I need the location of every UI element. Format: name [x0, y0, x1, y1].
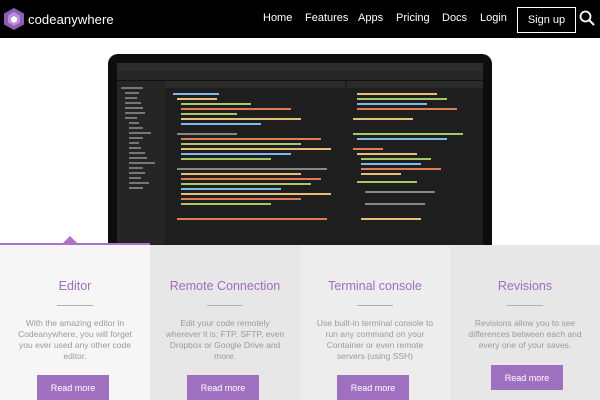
card-divider	[357, 305, 393, 306]
read-more-button[interactable]: Read more	[491, 365, 563, 390]
card-description: Revisions allow you to see differences b…	[468, 318, 582, 350]
top-navbar: codeanywhere Home Features Apps Pricing …	[0, 0, 600, 38]
feature-card-terminal-console[interactable]: Terminal console Use built-in terminal c…	[300, 245, 450, 400]
nav-home[interactable]: Home	[263, 12, 292, 24]
nav-apps[interactable]: Apps	[358, 12, 383, 24]
read-more-button[interactable]: Read more	[337, 375, 409, 400]
editor-screenshot	[117, 63, 483, 259]
card-divider	[507, 305, 543, 306]
read-more-button[interactable]: Read more	[187, 375, 259, 400]
brand-name: codeanywhere	[28, 11, 114, 27]
nav-docs[interactable]: Docs	[442, 12, 467, 24]
codeanywhere-logo-icon	[4, 8, 24, 30]
signup-button[interactable]: Sign up	[517, 7, 576, 33]
card-description: With the amazing editor in Codeanywhere,…	[18, 318, 132, 361]
laptop-mockup	[108, 54, 492, 259]
feature-card-remote-connection[interactable]: Remote Connection Edit your code remotel…	[150, 245, 300, 400]
read-more-button[interactable]: Read more	[37, 375, 109, 400]
editor-tabs-left	[165, 81, 345, 88]
search-icon[interactable]	[579, 10, 595, 26]
editor-menubar	[117, 63, 483, 71]
card-divider	[207, 305, 243, 306]
brand-logo[interactable]: codeanywhere	[3, 7, 114, 31]
editor-tabs-right	[347, 81, 483, 88]
hero-section	[0, 38, 600, 259]
file-tree	[117, 81, 165, 259]
card-title: Terminal console	[328, 279, 422, 293]
nav-login[interactable]: Login	[480, 12, 507, 24]
card-title: Editor	[58, 279, 92, 293]
card-title: Revisions	[497, 279, 553, 293]
card-divider	[57, 305, 93, 306]
card-description: Use built-in terminal console to run any…	[316, 318, 434, 361]
nav-pricing[interactable]: Pricing	[396, 12, 430, 24]
card-description: Edit your code remotely wherever it is; …	[165, 318, 285, 361]
nav-features[interactable]: Features	[305, 12, 348, 24]
feature-card-editor[interactable]: Editor With the amazing editor in Codean…	[0, 245, 150, 400]
card-title: Remote Connection	[169, 279, 281, 293]
editor-toolbar	[117, 71, 483, 81]
feature-card-revisions[interactable]: Revisions Revisions allow you to see dif…	[450, 245, 600, 400]
